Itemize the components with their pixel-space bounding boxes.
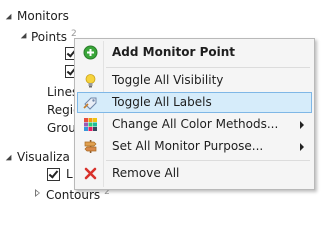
expand-contours-arrow-icon[interactable] — [35, 189, 40, 197]
menu-item-toggle-all-visibility[interactable]: Toggle All Visibility — [77, 70, 312, 91]
tree-item-visualization-child[interactable]: L — [66, 165, 73, 183]
expand-visualization-arrow-icon[interactable] — [5, 154, 15, 164]
checkmark-icon — [48, 168, 59, 179]
tree-item-points-label: Points — [31, 30, 68, 44]
submenu-arrow-icon — [300, 143, 304, 151]
menu-item-label: Change All Color Methods... — [112, 117, 279, 131]
color-grid-icon — [84, 118, 97, 131]
tree-item-groups[interactable]: Grou — [47, 119, 76, 137]
menu-item-remove-all[interactable]: Remove All — [77, 163, 312, 184]
menu-item-label: Toggle All Labels — [112, 95, 212, 109]
purpose-signpost-icon — [84, 140, 97, 153]
menu-item-set-all-monitor-purpose[interactable]: Set All Monitor Purpose... — [77, 136, 312, 157]
menu-separator — [106, 160, 310, 161]
tree-item-monitors-label: Monitors — [17, 9, 69, 23]
menu-item-change-all-color-methods[interactable]: Change All Color Methods... — [77, 114, 312, 135]
tree-item-groups-label: Grou — [47, 121, 76, 135]
menu-item-label: Remove All — [112, 166, 180, 180]
context-menu: Add Monitor Point Toggle All Visibility … — [74, 38, 315, 190]
visualization-child-checkbox[interactable] — [47, 168, 60, 181]
lightbulb-icon — [85, 74, 96, 88]
label-tag-icon — [83, 97, 97, 110]
tree-item-points[interactable]: Points 2 — [31, 25, 77, 44]
menu-separator — [106, 67, 310, 68]
tree-item-visualization-label: Visualiza — [17, 150, 70, 164]
tree-item-monitors[interactable]: Monitors — [17, 7, 69, 25]
red-x-icon — [84, 167, 97, 180]
add-green-circle-icon — [83, 45, 98, 60]
tree-item-visualization-child-label: L — [66, 167, 73, 181]
expand-monitors-arrow-icon[interactable] — [5, 13, 15, 23]
tree-item-visualization[interactable]: Visualiza — [17, 148, 70, 166]
menu-item-label: Add Monitor Point — [112, 45, 235, 59]
menu-item-label: Toggle All Visibility — [112, 73, 224, 87]
menu-item-add-monitor-point[interactable]: Add Monitor Point — [77, 42, 312, 63]
expand-points-arrow-icon[interactable] — [20, 32, 30, 42]
menu-item-label: Set All Monitor Purpose... — [112, 139, 264, 153]
submenu-arrow-icon — [300, 121, 304, 129]
tree-item-contours-label: Contours — [46, 188, 101, 202]
menu-item-toggle-all-labels[interactable]: Toggle All Labels — [77, 92, 312, 113]
